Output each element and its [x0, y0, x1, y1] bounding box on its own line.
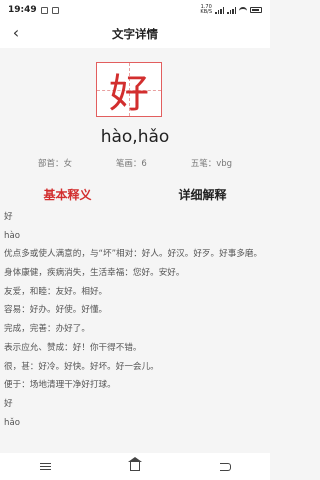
home-icon[interactable] — [115, 457, 155, 477]
network-speed: 1.70 KB/S — [200, 4, 212, 15]
character-meta: 部首：女 笔画：6 五笔：vbg — [0, 157, 270, 169]
definition-content: 好 hào 优点多或使人满意的，与“坏”相对：好人。好汉。好歹。好事多磨。 身体… — [4, 210, 264, 434]
wubi-label: 五笔：vbg — [190, 159, 233, 169]
definition-line: 完成，完善：办好了。 — [4, 324, 90, 335]
menu-icon[interactable] — [25, 457, 65, 477]
battery-icon — [250, 7, 262, 13]
page-title: 文字详情 — [112, 27, 158, 41]
notification-icon — [40, 6, 48, 14]
pinyin-text: hào,hǎo — [100, 127, 170, 147]
strokes-label: 笔画：6 — [115, 159, 147, 169]
tab-basic-meaning[interactable]: 基本释义 — [0, 186, 135, 203]
status-time: 19:49 — [8, 5, 37, 15]
definition-line: 友爱，和睦：友好。相好。 — [4, 286, 108, 297]
definition-line: 很，甚：好冷。好快。好坏。好一会儿。 — [4, 361, 159, 372]
tab-detailed-explanation[interactable]: 详细解释 — [135, 186, 270, 203]
definition-line: 好 — [4, 212, 13, 222]
system-nav-bar — [0, 453, 270, 480]
back-nav-icon[interactable] — [205, 457, 245, 477]
definition-line: 容易：好办。好使。好懂。 — [4, 305, 108, 316]
definition-line: 便于：场地清理干净好打球。 — [4, 380, 116, 391]
back-icon[interactable]: ‹ — [8, 25, 24, 42]
status-bar: 19:49 1.70 KB/S — [0, 0, 270, 20]
signal-icon — [215, 6, 224, 14]
definition-line: hào — [4, 230, 20, 241]
character-card: 好 — [96, 62, 162, 117]
signal-icon — [227, 6, 236, 14]
definition-line: 优点多或使人满意的，与“坏”相对：好人。好汉。好歹。好事多磨。 — [4, 249, 263, 260]
definition-line: 好 — [4, 398, 13, 409]
definition-line: 表示应允、赞成：好！你干得不错。 — [4, 342, 142, 353]
tab-bar: 基本释义 详细解释 — [0, 186, 270, 203]
app-header: ‹ 文字详情 — [0, 20, 270, 48]
notification-icon — [51, 6, 59, 14]
definition-line: 身体康健，疾病消失，生活幸福：您好。安好。 — [4, 268, 185, 279]
character-glyph: 好 — [109, 70, 149, 117]
definition-line: hǎo — [4, 417, 20, 428]
radical-label: 部首：女 — [37, 159, 72, 169]
wifi-icon — [239, 7, 247, 13]
